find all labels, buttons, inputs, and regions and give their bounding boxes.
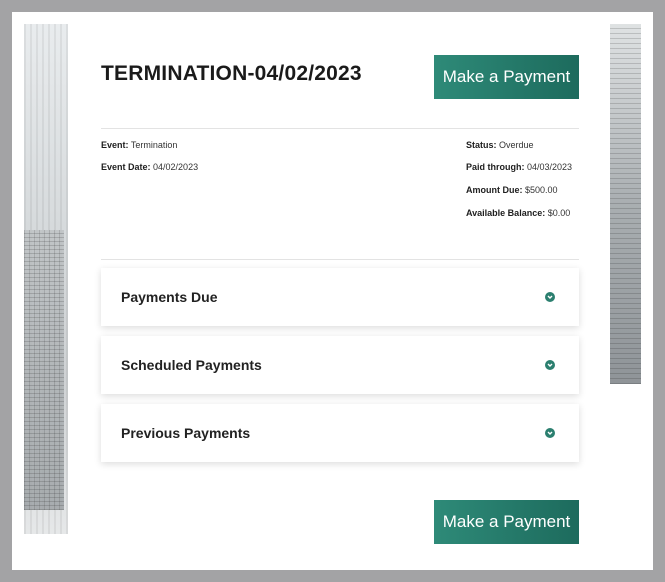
paid-through-field: Paid through: 04/03/2023: [466, 163, 572, 172]
accordion-payments-due[interactable]: Payments Due: [101, 268, 579, 326]
accordion-label: Previous Payments: [121, 425, 251, 441]
available-balance-field: Available Balance: $0.00: [466, 209, 570, 218]
status-label: Status:: [466, 140, 497, 150]
event-value: Termination: [130, 140, 178, 150]
page-title: TERMINATION-04/02/2023: [101, 62, 362, 85]
amount-due-label: Amount Due:: [466, 185, 523, 195]
status-value: Overdue: [499, 140, 534, 150]
accordion-label: Scheduled Payments: [121, 357, 262, 373]
accordion-label: Payments Due: [121, 289, 218, 305]
background-buildings-left: [24, 230, 64, 510]
event-label: Event:: [101, 140, 129, 150]
event-date-label: Event Date:: [101, 162, 151, 172]
header-divider: [101, 128, 579, 129]
available-balance-label: Available Balance:: [466, 208, 546, 218]
accordion-scheduled-payments[interactable]: Scheduled Payments: [101, 336, 579, 394]
chevron-down-icon[interactable]: [545, 428, 555, 438]
event-field: Event: Termination: [101, 141, 177, 150]
amount-due-value: $500.00: [525, 185, 558, 195]
paid-through-label: Paid through:: [466, 162, 525, 172]
chevron-down-icon[interactable]: [545, 292, 555, 302]
chevron-down-icon[interactable]: [545, 360, 555, 370]
amount-due-field: Amount Due: $500.00: [466, 186, 558, 195]
background-image-right: [610, 24, 641, 384]
make-payment-button-top[interactable]: Make a Payment: [434, 55, 579, 99]
accordion-previous-payments[interactable]: Previous Payments: [101, 404, 579, 462]
available-balance-value: $0.00: [547, 208, 571, 218]
event-date-field: Event Date: 04/02/2023: [101, 163, 198, 172]
paid-through-value: 04/03/2023: [527, 162, 573, 172]
event-date-value: 04/02/2023: [153, 162, 199, 172]
status-field: Status: Overdue: [466, 141, 534, 150]
details-divider: [101, 259, 579, 260]
make-payment-button-bottom[interactable]: Make a Payment: [434, 500, 579, 544]
